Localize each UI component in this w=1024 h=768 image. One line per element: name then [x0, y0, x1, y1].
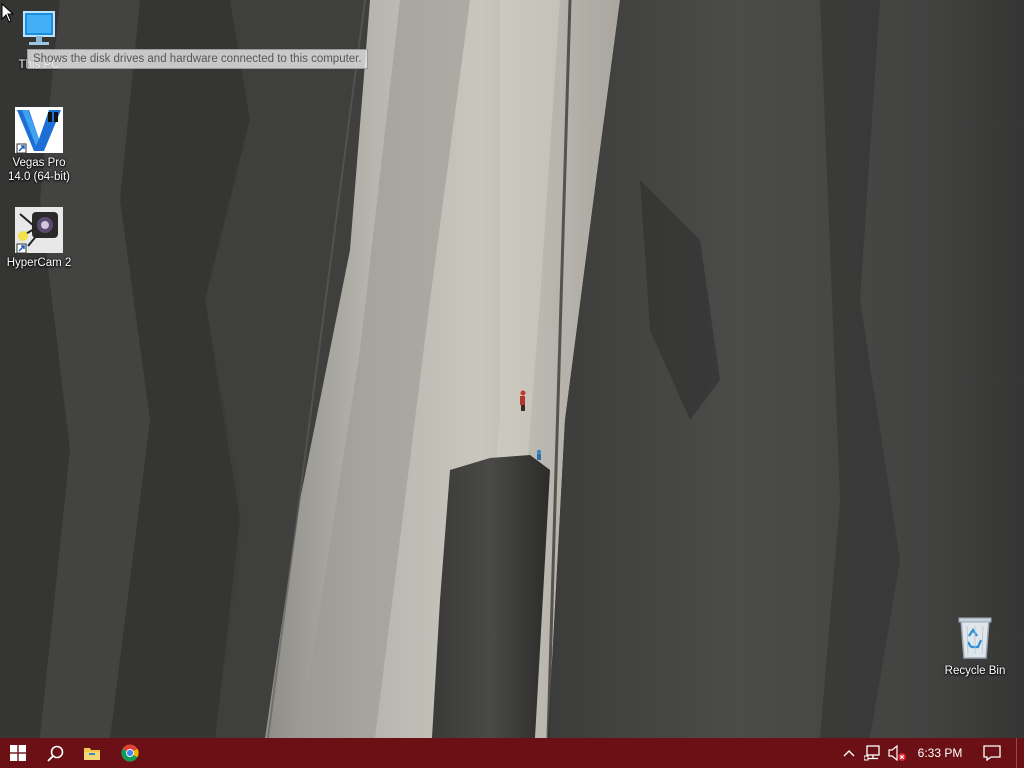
- action-center-icon: [983, 745, 1001, 761]
- action-center-button[interactable]: [976, 738, 1008, 768]
- windows-logo-icon: [10, 745, 26, 761]
- hypercam-icon: [15, 207, 63, 254]
- volume-tray-button[interactable]: [885, 738, 909, 768]
- network-icon: [864, 745, 880, 761]
- search-button[interactable]: [37, 738, 73, 768]
- desktop-icon-label: HyperCam 2: [6, 257, 72, 269]
- desktop-icon-vegas-pro[interactable]: Vegas Pro 14.0 (64-bit): [1, 106, 77, 184]
- tooltip: Shows the disk drives and hardware conne…: [27, 49, 368, 69]
- desktop-icon-label: Recycle Bin: [944, 665, 1006, 677]
- show-hidden-icons-button[interactable]: [838, 738, 860, 768]
- network-tray-button[interactable]: [862, 738, 884, 768]
- mouse-pointer-icon: [1, 3, 15, 23]
- vegas-pro-icon: [15, 107, 63, 154]
- desktop-icon-label: Vegas Pro 14.0 (64-bit): [7, 157, 70, 183]
- start-button[interactable]: [0, 738, 36, 768]
- file-explorer-button[interactable]: [74, 738, 110, 768]
- search-icon: [46, 745, 63, 762]
- climber-figure: [536, 449, 542, 460]
- volume-muted-icon: [888, 744, 906, 762]
- chevron-up-icon: [843, 750, 855, 757]
- taskbar-clock[interactable]: 6:33 PM: [912, 738, 968, 768]
- taskbar: 6:33 PM: [0, 738, 1024, 768]
- desktop[interactable]: This PC Vegas Pro 14.0 (64-bit) HyperCam…: [0, 0, 1024, 738]
- desktop-icon-recycle-bin[interactable]: Recycle Bin: [937, 614, 1013, 678]
- folder-icon: [84, 748, 100, 760]
- chrome-button[interactable]: [111, 738, 149, 768]
- desktop-icon-hypercam[interactable]: HyperCam 2: [1, 206, 77, 270]
- recycle-bin-icon: [958, 617, 992, 659]
- wallpaper-image: [0, 0, 1024, 738]
- chrome-icon: [121, 744, 139, 762]
- show-desktop-button[interactable]: [1016, 738, 1024, 768]
